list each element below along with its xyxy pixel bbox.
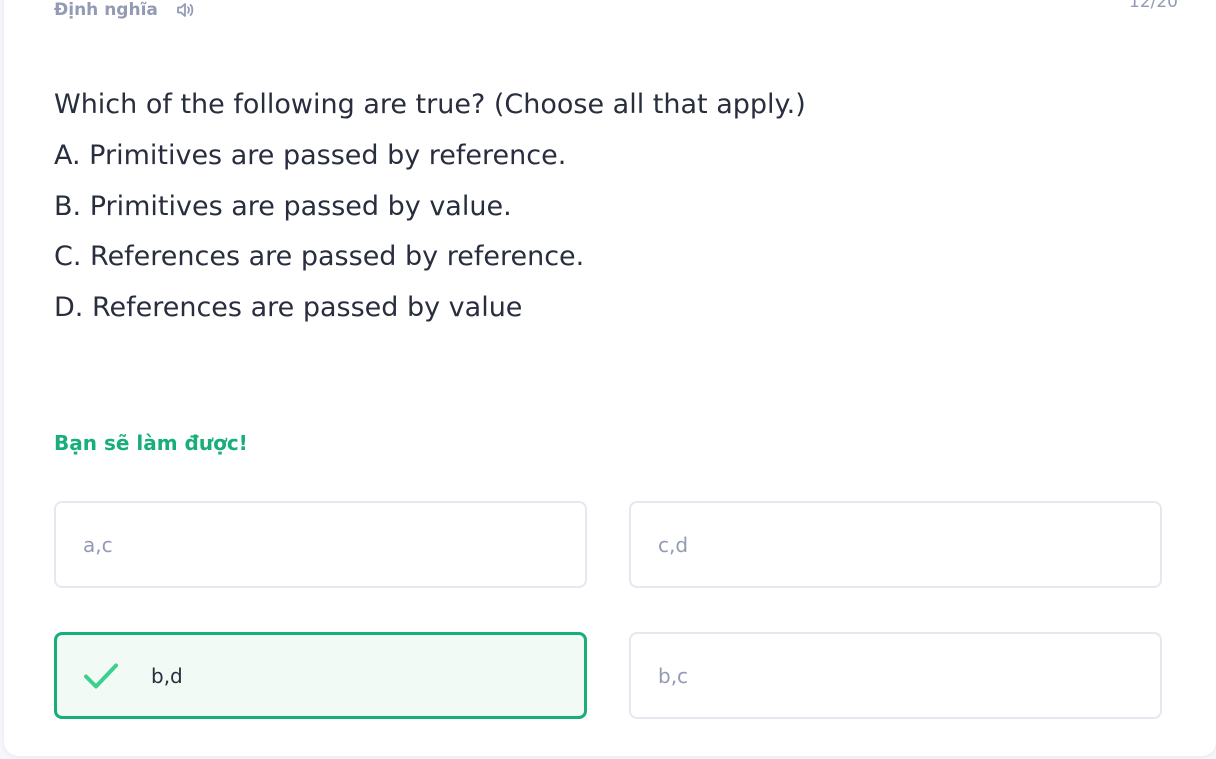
question-option-c: C. References are passed by reference. bbox=[54, 241, 585, 273]
term-side-label: Định nghĩa bbox=[54, 0, 158, 20]
answer-option-2[interactable]: c,d bbox=[629, 501, 1162, 588]
checkmark-icon bbox=[84, 663, 118, 688]
question-prompt: Which of the following are true? (Choose… bbox=[54, 89, 806, 120]
question-option-b: B. Primitives are passed by value. bbox=[54, 190, 512, 222]
feedback-message: Bạn sẽ làm được! bbox=[54, 431, 248, 455]
answer-label: a,c bbox=[83, 532, 113, 557]
progress-counter: 12/20 bbox=[1129, 0, 1178, 12]
answer-label: b,d bbox=[151, 663, 183, 688]
answer-label: c,d bbox=[658, 532, 689, 557]
answer-option-3-correct[interactable]: b,d bbox=[54, 632, 587, 719]
question-option-d: D. References are passed by value bbox=[54, 292, 523, 324]
answer-option-1[interactable]: a,c bbox=[54, 501, 587, 588]
answer-option-4[interactable]: b,c bbox=[629, 632, 1162, 719]
term-side-header: Định nghĩa bbox=[54, 0, 196, 20]
question-text: Which of the following are true? (Choose… bbox=[54, 80, 1154, 334]
question-option-a: A. Primitives are passed by reference. bbox=[54, 139, 567, 171]
speaker-icon[interactable] bbox=[176, 1, 196, 19]
answer-label: b,c bbox=[658, 663, 689, 688]
